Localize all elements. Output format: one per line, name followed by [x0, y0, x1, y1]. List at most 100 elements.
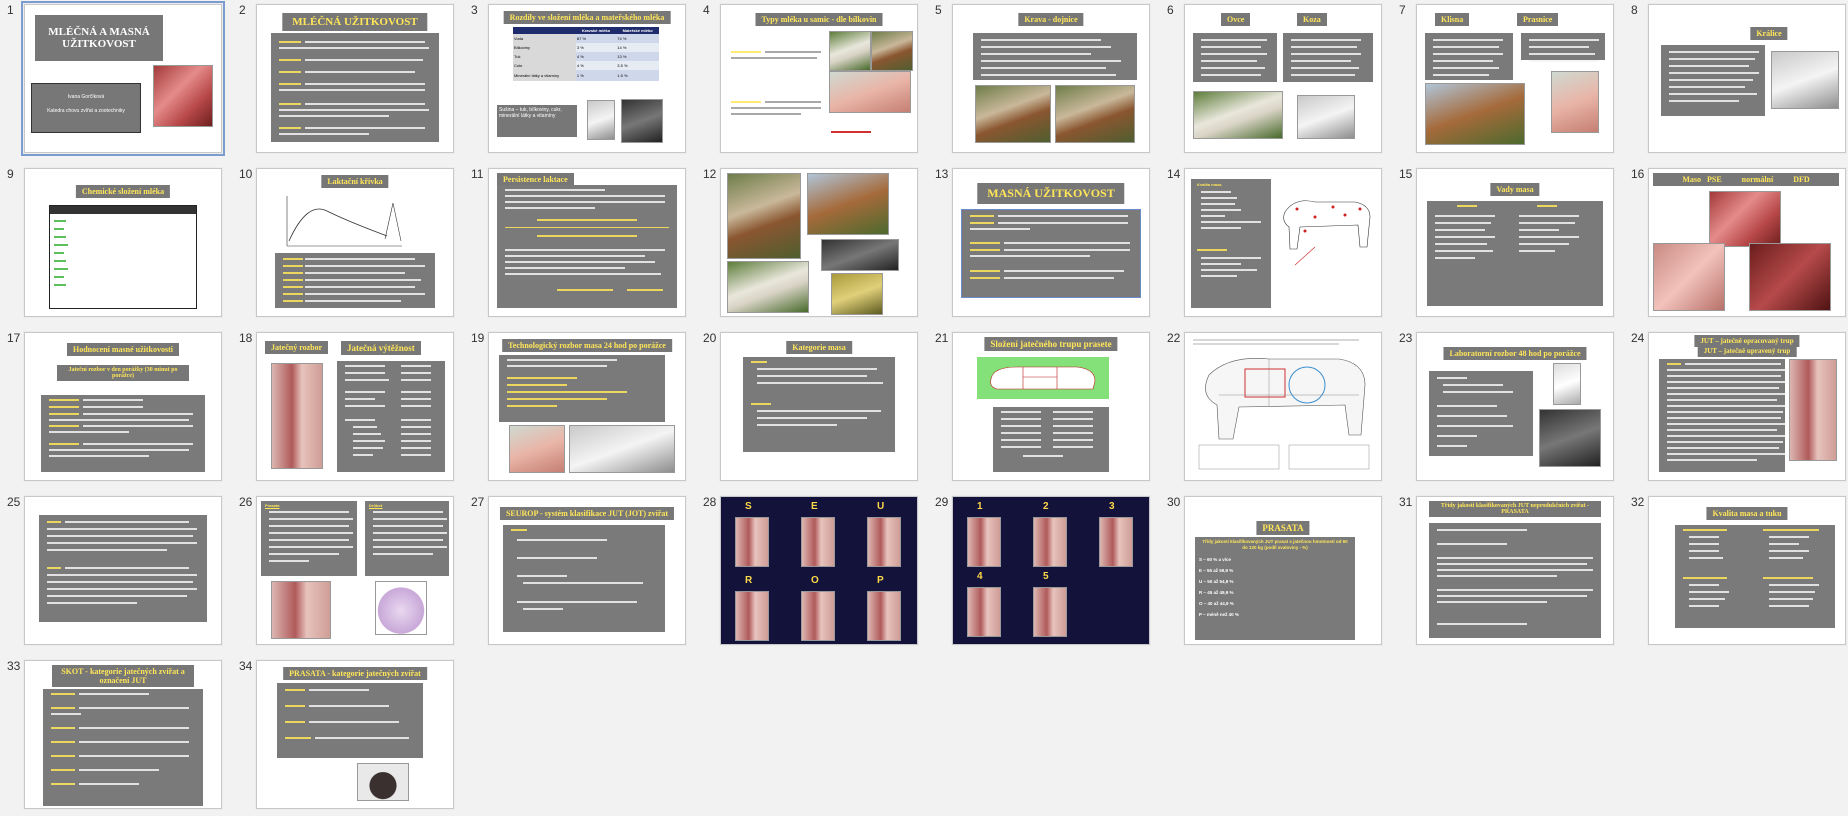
slide-34[interactable]: PRASATA - kategorie jatečných zvířat [256, 660, 454, 809]
author-dept: Katedra chovu zvířat a zootechniky [47, 108, 125, 114]
slide-29[interactable]: 1 2 3 4 5 [952, 496, 1150, 645]
meat-photo-dfd [1749, 243, 1831, 311]
slide-11[interactable]: Persistence laktace [488, 168, 686, 317]
slide-thumbnail[interactable]: 7 Klisna Prasnice [1392, 0, 1624, 160]
udder-photo [807, 173, 889, 235]
slide-14[interactable]: Kvalita masa [1184, 168, 1382, 317]
slide-21[interactable]: Složení jatečného trupu prasete [952, 332, 1150, 481]
slide-number: 19 [471, 331, 485, 345]
slide-body [275, 253, 435, 308]
slide-thumbnail[interactable]: 32 Kvalita masa a tuku [1624, 492, 1848, 652]
slide-body [1659, 359, 1785, 472]
slide-thumbnail[interactable]: 24 JUT – jatečně opracovaný trup JUT – j… [1624, 328, 1848, 488]
slide-number: 15 [1399, 167, 1413, 181]
slide-thumbnail[interactable]: 17 Hodnocení masné užitkovosti Jateční r… [0, 328, 232, 488]
table-row: Voda 87 % 74 % [513, 34, 659, 43]
slide-3[interactable]: Rozdíly ve složení mléka a mateřského ml… [488, 4, 686, 153]
slide-thumbnail[interactable]: 29 1 2 3 4 5 [928, 492, 1160, 652]
meat-photo-normal [1709, 191, 1781, 247]
slide-thumbnail[interactable]: 13 MASNÁ UŽITKOVOST [928, 164, 1160, 324]
class-label: O [811, 575, 819, 586]
slide-thumbnail[interactable]: 31 Třídy jakosti klasifikovaných JUT nep… [1392, 492, 1624, 652]
slide-thumbnail[interactable]: 20 Kategorie masa [696, 328, 928, 488]
slide-thumbnail[interactable]: 11 Persistence laktace [464, 164, 696, 324]
slide-thumbnail[interactable]: 10 Laktační křivka [232, 164, 464, 324]
slide-13[interactable]: MASNÁ UŽITKOVOST [952, 168, 1150, 317]
slide-number: 12 [703, 167, 717, 181]
slide-thumbnail[interactable]: 4 Typy mléka u samic - dle bílkovin [696, 0, 928, 160]
slide-thumbnail[interactable]: 19 Technologický rozbor masa 24 hod po p… [464, 328, 696, 488]
slide-thumbnail[interactable]: 15 Vady masa [1392, 164, 1624, 324]
slide-33[interactable]: SKOT - kategorie jatečných zvířat a ozna… [24, 660, 222, 809]
slide-body: Drůbež [365, 501, 449, 576]
slide-2[interactable]: MLÉČNÁ UŽITKOVOST [256, 4, 454, 153]
carcass-photo [967, 517, 1001, 567]
slide-thumbnail[interactable]: 22 [1160, 328, 1392, 488]
slide-15[interactable]: Vady masa [1416, 168, 1614, 317]
slide-31[interactable]: Třídy jakosti klasifikovaných JUT neprod… [1416, 496, 1614, 645]
slide-5[interactable]: Krava - dojnice [952, 4, 1150, 153]
goat-photo [1297, 95, 1355, 139]
slide-24[interactable]: JUT – jatečně opracovaný trup JUT – jate… [1648, 332, 1846, 481]
slide-thumbnail[interactable]: 14 Kvalita masa [1160, 164, 1392, 324]
slide-body [277, 683, 423, 758]
slide-27[interactable]: SEUROP - systém klasifikace JUT (JOT) zv… [488, 496, 686, 645]
slide-thumbnail[interactable]: 8 Králice [1624, 0, 1848, 160]
poultry-carcass-photo [375, 581, 427, 635]
slide-10[interactable]: Laktační křivka [256, 168, 454, 317]
slide-thumbnail[interactable]: 30 PRASATA Třídy jakosti klasifikovaných… [1160, 492, 1392, 652]
slide-23[interactable]: Laboratorní rozbor 48 hod po porážce [1416, 332, 1614, 481]
slide-thumbnail[interactable]: 28 S E U R O P [696, 492, 928, 652]
slide-19[interactable]: Technologický rozbor masa 24 hod po porá… [488, 332, 686, 481]
slide-thumbnail[interactable]: 1 MLÉČNÁ A MASNÁ UŽITKOVOST Ivana Gorčík… [0, 0, 232, 160]
slide-thumbnail[interactable]: 27 SEUROP - systém klasifikace JUT (JOT)… [464, 492, 696, 652]
slide-32[interactable]: Kvalita masa a tuku [1648, 496, 1846, 645]
slide-7[interactable]: Klisna Prasnice [1416, 4, 1614, 153]
slide-6[interactable]: Ovce Koza [1184, 4, 1382, 153]
slide-thumbnail[interactable]: 12 [696, 164, 928, 324]
slide-thumbnail[interactable]: 16 Maso PSE normální DFD [1624, 164, 1848, 324]
sow-photo [1551, 71, 1599, 133]
slide-8[interactable]: Králice [1648, 4, 1846, 153]
slide-thumbnail[interactable]: 2 MLÉČNÁ UŽITKOVOST [232, 0, 464, 160]
slide-20[interactable]: Kategorie masa [720, 332, 918, 481]
slide-25[interactable] [24, 496, 222, 645]
slide-number: 20 [703, 331, 717, 345]
slide-4[interactable]: Typy mléka u samic - dle bílkovin [720, 4, 918, 153]
butcher-photo [509, 425, 565, 473]
slide-30[interactable]: PRASATA Třídy jakosti klasifikovaných JU… [1184, 496, 1382, 645]
slide-thumbnail[interactable]: 18 Jatečný rozbor Jatečná výtěžnost [232, 328, 464, 488]
slide-thumbnail[interactable]: 5 Krava - dojnice [928, 0, 1160, 160]
slide-thumbnail[interactable]: 23 Laboratorní rozbor 48 hod po porážce [1392, 328, 1624, 488]
slide-thumbnail[interactable]: 26 Prasata Drůbež [232, 492, 464, 652]
cow-photo [975, 85, 1051, 143]
slide-1[interactable]: MLÉČNÁ A MASNÁ UŽITKOVOST Ivana Gorčíkov… [21, 1, 225, 156]
animal-photo [829, 31, 871, 71]
slide-body [961, 209, 1141, 298]
slide-thumbnail[interactable]: 3 Rozdíly ve složení mléka a mateřského … [464, 0, 696, 160]
slide-body [43, 689, 203, 806]
slide-18[interactable]: Jatečný rozbor Jatečná výtěžnost [256, 332, 454, 481]
slide-title: SKOT - kategorie jatečných zvířat a ozna… [52, 665, 194, 687]
slide-number: 21 [935, 331, 949, 345]
slide-title-2: JUT – jatečně upravený trup [1697, 345, 1797, 357]
slide-9[interactable]: Chemické složení mléka [24, 168, 222, 317]
pig-cuts-diagram [977, 357, 1109, 399]
slide-22[interactable] [1184, 332, 1382, 481]
class-label: 4 [977, 571, 983, 582]
slide-thumbnail[interactable]: 6 Ovce Koza [1160, 0, 1392, 160]
pig-carcass-photo [271, 581, 331, 639]
class-label: R [745, 575, 753, 586]
slide-thumbnail[interactable]: 34 PRASATA - kategorie jatečných zvířat [232, 656, 464, 816]
slide-28[interactable]: S E U R O P [720, 496, 918, 645]
slide-12[interactable] [720, 168, 918, 317]
slide-26[interactable]: Prasata Drůbež [256, 496, 454, 645]
slide-16[interactable]: Maso PSE normální DFD [1648, 168, 1846, 317]
milking-cluster-photo [831, 273, 883, 315]
slide-thumbnail[interactable]: 25 [0, 492, 232, 652]
slide-thumbnail[interactable]: 33 SKOT - kategorie jatečných zvířat a o… [0, 656, 232, 816]
list-item: R – 45 až 49,9 % [1199, 590, 1234, 595]
slide-17[interactable]: Hodnocení masné užitkovosti Jateční rozb… [24, 332, 222, 481]
slide-thumbnail[interactable]: 9 Chemické složení mléka [0, 164, 232, 324]
slide-thumbnail[interactable]: 21 Složení jatečného trupu prasete [928, 328, 1160, 488]
